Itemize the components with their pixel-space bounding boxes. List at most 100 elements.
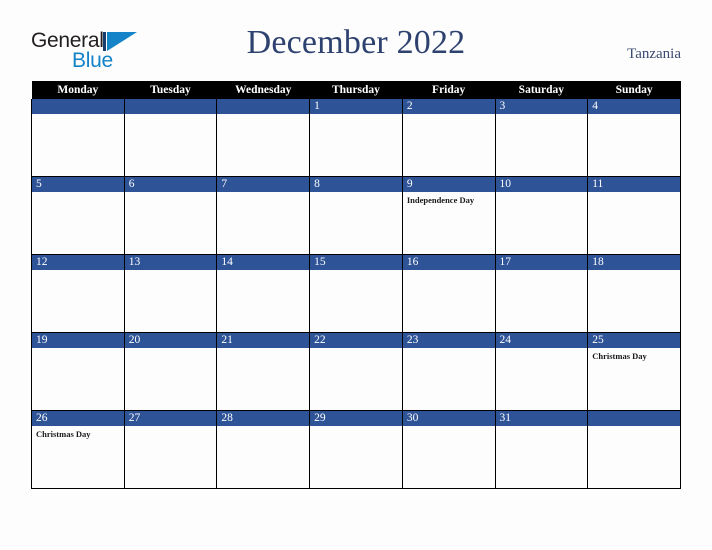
day-number: 8 bbox=[310, 177, 402, 192]
day-events bbox=[310, 192, 402, 195]
calendar-grid: Monday Tuesday Wednesday Thursday Friday Satu… bbox=[31, 81, 681, 489]
weekday-header-wednesday: Wednesday bbox=[216, 81, 310, 99]
calendar-day-cell[interactable]: 23 bbox=[401, 332, 496, 411]
day-cell-inner: 3 bbox=[495, 99, 588, 176]
day-number: 17 bbox=[495, 255, 588, 270]
day-cell-inner: 27 bbox=[124, 411, 217, 488]
day-cell-inner: 29 bbox=[310, 411, 402, 488]
day-events bbox=[310, 426, 402, 429]
country-label: Tanzania bbox=[627, 46, 681, 62]
calendar-day-cell[interactable]: 26 Christmas Day bbox=[31, 410, 125, 489]
day-events bbox=[496, 270, 588, 273]
day-events bbox=[32, 348, 124, 351]
day-events bbox=[588, 114, 680, 117]
calendar-day-cell[interactable]: 21 bbox=[216, 332, 311, 411]
calendar-day-cell[interactable]: 29 bbox=[309, 410, 403, 489]
calendar-day-cell[interactable]: 12 bbox=[31, 254, 125, 333]
calendar-day-cell[interactable]: 22 bbox=[309, 332, 403, 411]
calendar-day-cell[interactable]: 6 bbox=[123, 176, 218, 255]
day-cell-inner: 15 bbox=[310, 255, 402, 332]
calendar-day-cell[interactable]: 4 bbox=[587, 99, 681, 177]
weekday-header-friday: Friday bbox=[402, 81, 496, 99]
day-events bbox=[588, 426, 680, 429]
calendar-day-cell[interactable]: 25 Christmas Day bbox=[587, 332, 681, 411]
day-number: 5 bbox=[32, 177, 124, 192]
calendar-day-cell[interactable]: 5 bbox=[31, 176, 125, 255]
calendar-day-cell[interactable]: 9 Independence Day bbox=[401, 176, 496, 255]
day-events: Christmas Day bbox=[588, 348, 680, 362]
calendar-week-row: 26 Christmas Day 27 28 29 30 31 bbox=[31, 410, 681, 489]
day-number: 3 bbox=[495, 99, 588, 114]
day-cell-inner: 9 Independence Day bbox=[402, 177, 495, 254]
day-events bbox=[125, 114, 217, 117]
calendar-day-cell[interactable]: 28 bbox=[216, 410, 311, 489]
calendar-day-cell[interactable]: 14 bbox=[216, 254, 311, 333]
day-number: 18 bbox=[588, 255, 680, 270]
calendar-day-cell[interactable]: 30 bbox=[401, 410, 496, 489]
calendar-empty-cell[interactable] bbox=[216, 99, 311, 177]
day-cell-inner: 28 bbox=[217, 411, 310, 488]
day-events bbox=[588, 192, 680, 195]
calendar-day-cell[interactable]: 7 bbox=[216, 176, 311, 255]
day-events bbox=[310, 270, 402, 273]
calendar-day-cell[interactable]: 27 bbox=[123, 410, 218, 489]
day-number: 13 bbox=[124, 255, 217, 270]
day-number: 11 bbox=[588, 177, 680, 192]
calendar-empty-cell[interactable] bbox=[31, 99, 125, 177]
calendar-day-cell[interactable]: 15 bbox=[309, 254, 403, 333]
calendar-day-cell[interactable]: 16 bbox=[401, 254, 496, 333]
day-cell-inner: 24 bbox=[495, 333, 588, 410]
calendar-day-cell[interactable]: 20 bbox=[123, 332, 218, 411]
calendar-empty-cell[interactable] bbox=[587, 410, 681, 489]
day-number: 31 bbox=[495, 411, 588, 426]
day-number: 14 bbox=[217, 255, 310, 270]
day-number: 9 bbox=[402, 177, 495, 192]
day-number: 15 bbox=[310, 255, 402, 270]
day-number bbox=[124, 99, 217, 114]
calendar-empty-cell[interactable] bbox=[123, 99, 218, 177]
calendar-day-cell[interactable]: 31 bbox=[494, 410, 589, 489]
weekday-header-thursday: Thursday bbox=[309, 81, 403, 99]
calendar-day-cell[interactable]: 18 bbox=[587, 254, 681, 333]
calendar-day-cell[interactable]: 17 bbox=[494, 254, 589, 333]
calendar-week-row: 12 13 14 15 16 17 18 bbox=[31, 254, 681, 333]
day-events bbox=[496, 192, 588, 195]
day-events bbox=[217, 426, 309, 429]
calendar-day-cell[interactable]: 8 bbox=[309, 176, 403, 255]
day-cell-inner: 19 bbox=[32, 333, 124, 410]
day-number: 19 bbox=[32, 333, 124, 348]
day-events bbox=[32, 270, 124, 273]
day-cell-inner: 21 bbox=[217, 333, 310, 410]
calendar-day-cell[interactable]: 13 bbox=[123, 254, 218, 333]
calendar-day-cell[interactable]: 10 bbox=[494, 176, 589, 255]
day-number: 24 bbox=[495, 333, 588, 348]
day-number: 10 bbox=[495, 177, 588, 192]
day-events bbox=[310, 348, 402, 351]
day-events bbox=[32, 114, 124, 117]
calendar-day-cell[interactable]: 1 bbox=[309, 99, 403, 177]
calendar-day-cell[interactable]: 11 bbox=[587, 176, 681, 255]
day-number: 4 bbox=[588, 99, 680, 114]
calendar-day-cell[interactable]: 24 bbox=[494, 332, 589, 411]
day-events bbox=[496, 114, 588, 117]
day-events: Christmas Day bbox=[32, 426, 124, 440]
calendar-day-cell[interactable]: 2 bbox=[401, 99, 496, 177]
day-cell-inner: 25 Christmas Day bbox=[588, 333, 680, 410]
day-cell-inner: 10 bbox=[495, 177, 588, 254]
day-events: Independence Day bbox=[403, 192, 495, 206]
day-cell-inner: 16 bbox=[402, 255, 495, 332]
day-events bbox=[403, 348, 495, 351]
day-events bbox=[217, 192, 309, 195]
day-cell-inner: 18 bbox=[588, 255, 680, 332]
day-number: 21 bbox=[217, 333, 310, 348]
weekday-header-row: Monday Tuesday Wednesday Thursday Friday Satu… bbox=[31, 81, 681, 99]
day-events bbox=[496, 426, 588, 429]
calendar-day-cell[interactable]: 3 bbox=[494, 99, 589, 177]
calendar-day-cell[interactable]: 19 bbox=[31, 332, 125, 411]
day-events bbox=[403, 426, 495, 429]
day-cell-inner: 22 bbox=[310, 333, 402, 410]
day-number: 16 bbox=[402, 255, 495, 270]
weekday-header-sunday: Sunday bbox=[587, 81, 681, 99]
day-events bbox=[32, 192, 124, 195]
day-number: 26 bbox=[32, 411, 124, 426]
